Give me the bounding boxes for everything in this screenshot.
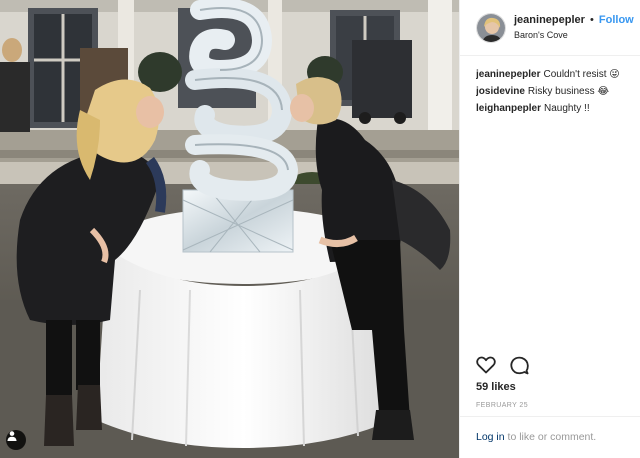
heart-outline-icon [476, 356, 496, 374]
post-photo[interactable] [0, 0, 459, 458]
action-bar [476, 356, 529, 380]
comment-text: Risky business 😂 [527, 86, 610, 97]
avatar-image [477, 13, 505, 42]
follow-button[interactable]: Follow [599, 14, 634, 26]
comment-item: leighanpepler Naughty !! [476, 100, 632, 117]
author-username-link[interactable]: jeaninepepler [514, 14, 585, 26]
comments-list: jeaninepepler Couldn't resist 😜 josidevin… [460, 56, 640, 117]
comment-item: jeaninepepler Couldn't resist 😜 [476, 66, 632, 83]
comment-username-link[interactable]: josidevine [476, 86, 525, 97]
separator-dot: • [589, 13, 594, 26]
avatar[interactable] [476, 12, 506, 43]
login-prompt: Log in to like or comment. [476, 431, 596, 443]
likes-count[interactable]: 59 likes [476, 381, 516, 393]
login-link[interactable]: Log in [476, 431, 505, 443]
comment-item: josidevine Risky business 😂 [476, 83, 632, 100]
person-tag-icon [7, 431, 17, 441]
like-button[interactable] [476, 356, 496, 380]
speech-bubble-icon [510, 356, 529, 375]
header-top-line: jeaninepepler • Follow [514, 13, 634, 28]
divider [460, 416, 640, 417]
header-text: jeaninepepler • Follow Baron's Cove [514, 13, 634, 43]
post-header: jeaninepepler • Follow Baron's Cove [460, 0, 640, 56]
comment-text: Couldn't resist 😜 [543, 69, 620, 80]
instagram-post: jeaninepepler • Follow Baron's Cove jean… [0, 0, 640, 458]
comment-text: Naughty !! [544, 103, 590, 114]
login-prompt-text: to like or comment. [504, 431, 597, 443]
post-date[interactable]: FEBRUARY 25 [476, 402, 528, 409]
location-link[interactable]: Baron's Cove [514, 28, 634, 43]
comment-username-link[interactable]: leighanpepler [476, 103, 541, 114]
photo-scene [0, 0, 459, 458]
comment-username-link[interactable]: jeaninepepler [476, 69, 540, 80]
post-side-panel: jeaninepepler • Follow Baron's Cove jean… [459, 0, 640, 458]
comment-button[interactable] [510, 356, 529, 380]
tagged-users-button[interactable] [6, 430, 26, 450]
